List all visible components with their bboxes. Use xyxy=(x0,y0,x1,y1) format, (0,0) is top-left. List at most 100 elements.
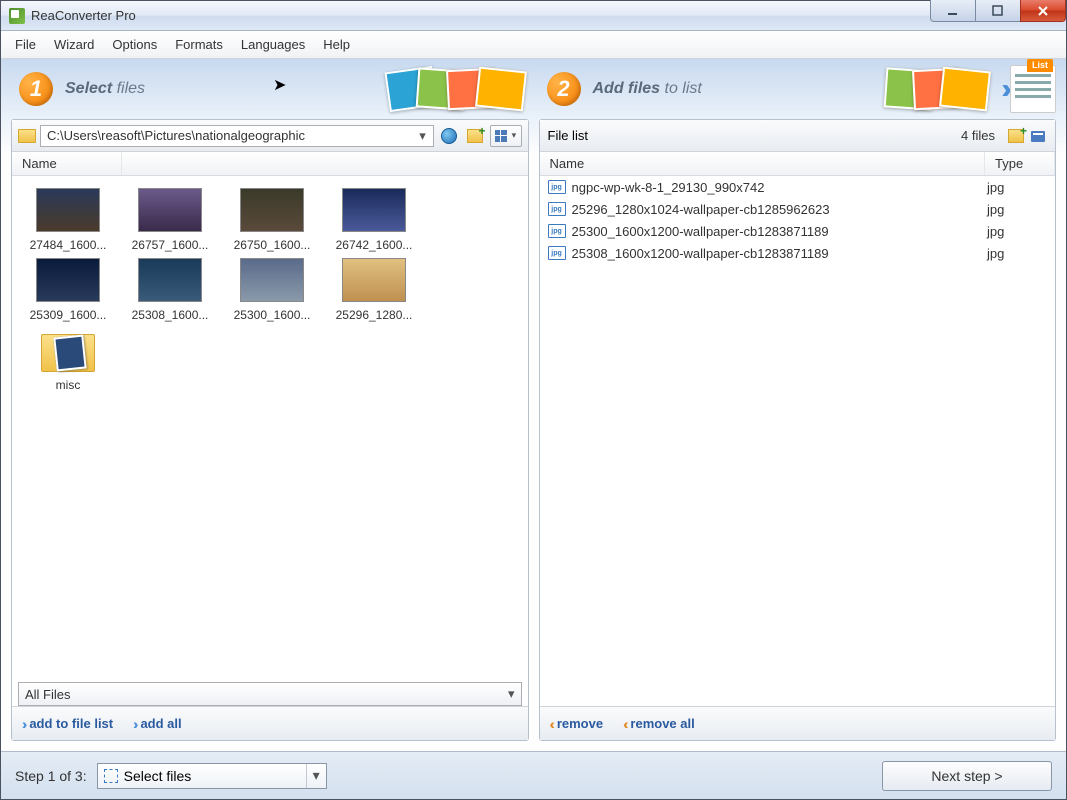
list-icon: List xyxy=(1010,65,1056,113)
close-button[interactable] xyxy=(1020,0,1066,22)
panel2-title-light: to list xyxy=(665,80,702,97)
chevron-left-icon: ‹‹ xyxy=(623,716,624,732)
remove-button[interactable]: ‹‹ remove xyxy=(550,716,604,732)
next-step-button[interactable]: Next step > xyxy=(882,761,1052,791)
thumbnail-item[interactable]: 25309_1600... xyxy=(20,258,116,322)
remove-all-label: remove all xyxy=(630,716,694,731)
step1-badge: 1 xyxy=(19,72,53,106)
photo-stack-icon xyxy=(875,61,995,117)
file-type: jpg xyxy=(987,224,1047,239)
minimize-button[interactable] xyxy=(930,0,976,22)
thumbnail-item[interactable]: 25300_1600... xyxy=(224,258,320,322)
panel2-art: ›› List xyxy=(875,59,1056,119)
file-row[interactable]: jpg25300_1600x1200-wallpaper-cb128387118… xyxy=(540,220,1056,242)
panel1-footer: ›› add to file list ›› add all xyxy=(12,706,528,740)
file-name: 25296_1280x1024-wallpaper-cb1285962623 xyxy=(572,202,988,217)
col-name[interactable]: Name xyxy=(540,152,986,175)
thumbnail-item[interactable]: 25296_1280... xyxy=(326,258,422,322)
folder-icon xyxy=(41,328,95,372)
refresh-button[interactable] xyxy=(438,125,460,147)
maximize-button[interactable] xyxy=(975,0,1021,22)
panel2-title: Add files to list xyxy=(593,80,702,98)
col-name[interactable]: Name xyxy=(12,152,122,175)
select-icon xyxy=(104,769,118,783)
filter-dropdown-arrow: ▾ xyxy=(508,686,515,702)
chevron-left-icon: ‹‹ xyxy=(550,716,551,732)
chevron-right-icon: ›› xyxy=(22,716,23,732)
col-type[interactable]: Type xyxy=(985,152,1055,175)
thumbnail-image xyxy=(342,258,406,302)
thumbnail-image xyxy=(240,188,304,232)
save-icon xyxy=(1008,129,1024,143)
thumbnail-label: 25300_1600... xyxy=(224,308,320,322)
file-name: ngpc-wp-wk-8-1_29130_990x742 xyxy=(572,180,988,195)
view-mode-button[interactable]: ▾ xyxy=(490,125,522,147)
file-row[interactable]: jpg25296_1280x1024-wallpaper-cb128596262… xyxy=(540,198,1056,220)
thumbnail-item[interactable]: 26757_1600... xyxy=(122,188,218,252)
folder-label: misc xyxy=(20,378,116,392)
save-list-button[interactable] xyxy=(1007,127,1025,145)
new-folder-button[interactable] xyxy=(464,125,486,147)
panel-add-files: 2 Add files to list ›› List xyxy=(539,59,1057,741)
step-value: Select files xyxy=(124,768,192,784)
thumbnail-item[interactable]: 26742_1600... xyxy=(326,188,422,252)
file-row[interactable]: jpgngpc-wp-wk-8-1_29130_990x742jpg xyxy=(540,176,1056,198)
file-count: 4 files xyxy=(961,128,995,143)
step2-badge: 2 xyxy=(547,72,581,106)
arrows-icon: ›› xyxy=(1001,73,1004,105)
menu-file[interactable]: File xyxy=(7,33,44,56)
menu-languages[interactable]: Languages xyxy=(233,33,313,56)
filelist-toolbar: File list 4 files xyxy=(540,120,1056,152)
add-to-list-button[interactable]: ›› add to file list xyxy=(22,716,113,732)
menu-wizard[interactable]: Wizard xyxy=(46,33,102,56)
thumbnail-item[interactable]: 26750_1600... xyxy=(224,188,320,252)
panel2-header: 2 Add files to list ›› List xyxy=(539,59,1057,119)
thumbnail-image xyxy=(138,258,202,302)
file-filter-combo[interactable]: All Files ▾ xyxy=(18,682,522,706)
main-area: 1 Select files ➤ xyxy=(1,59,1066,751)
view-dropdown-arrow: ▾ xyxy=(512,130,517,141)
thumbnail-item[interactable]: 27484_1600... xyxy=(20,188,116,252)
filter-value: All Files xyxy=(25,687,71,702)
app-icon xyxy=(9,8,25,24)
titlebar[interactable]: ReaConverter Pro xyxy=(1,1,1066,31)
thumbnail-image xyxy=(138,188,202,232)
window-title: ReaConverter Pro xyxy=(31,8,931,23)
browse-area[interactable]: 27484_1600...26757_1600... 26750_1600... 2… xyxy=(12,176,528,682)
load-list-button[interactable] xyxy=(1029,127,1047,145)
menu-formats[interactable]: Formats xyxy=(167,33,231,56)
jpg-icon: jpg xyxy=(548,202,566,216)
remove-all-button[interactable]: ‹‹ remove all xyxy=(623,716,695,732)
thumbnail-label: 25308_1600... xyxy=(122,308,218,322)
file-type: jpg xyxy=(987,246,1047,261)
path-text: C:\Users\reasoft\Pictures\nationalgeogra… xyxy=(47,128,415,143)
thumbnail-item[interactable]: 25308_1600... xyxy=(122,258,218,322)
file-name: 25308_1600x1200-wallpaper-cb1283871189 xyxy=(572,246,988,261)
path-dropdown-arrow[interactable]: ▾ xyxy=(415,128,431,144)
step-combo[interactable]: Select files ▾ xyxy=(97,763,327,789)
list-tab-label: List xyxy=(1027,59,1053,72)
file-list[interactable]: jpgngpc-wp-wk-8-1_29130_990x742jpgjpg252… xyxy=(540,176,1056,706)
file-type: jpg xyxy=(987,202,1047,217)
filelist-header: File list xyxy=(548,128,588,143)
thumbnail-image xyxy=(36,258,100,302)
file-row[interactable]: jpg25308_1600x1200-wallpaper-cb128387118… xyxy=(540,242,1056,264)
panel1-title-bold: Select xyxy=(65,80,112,97)
thumbnail-label: 26750_1600... xyxy=(224,238,320,252)
panel1-title-light: files xyxy=(117,80,145,97)
menu-options[interactable]: Options xyxy=(104,33,165,56)
thumbnail-label: 26742_1600... xyxy=(326,238,422,252)
window-controls xyxy=(931,1,1066,30)
path-combo[interactable]: C:\Users\reasoft\Pictures\nationalgeogra… xyxy=(40,125,434,147)
panel1-body: C:\Users\reasoft\Pictures\nationalgeogra… xyxy=(11,119,529,741)
file-type: jpg xyxy=(987,180,1047,195)
step-dropdown-arrow: ▾ xyxy=(306,764,320,788)
folder-item[interactable]: misc xyxy=(20,328,116,392)
thumbnail-label: 25296_1280... xyxy=(326,308,422,322)
add-all-button[interactable]: ›› add all xyxy=(133,716,182,732)
step-label: Step 1 of 3: xyxy=(15,768,87,784)
panel2-footer: ‹‹ remove ‹‹ remove all xyxy=(540,706,1056,740)
app-window: ReaConverter Pro File Wizard Options For… xyxy=(0,0,1067,800)
add-to-list-label: add to file list xyxy=(29,716,113,731)
menu-help[interactable]: Help xyxy=(315,33,358,56)
